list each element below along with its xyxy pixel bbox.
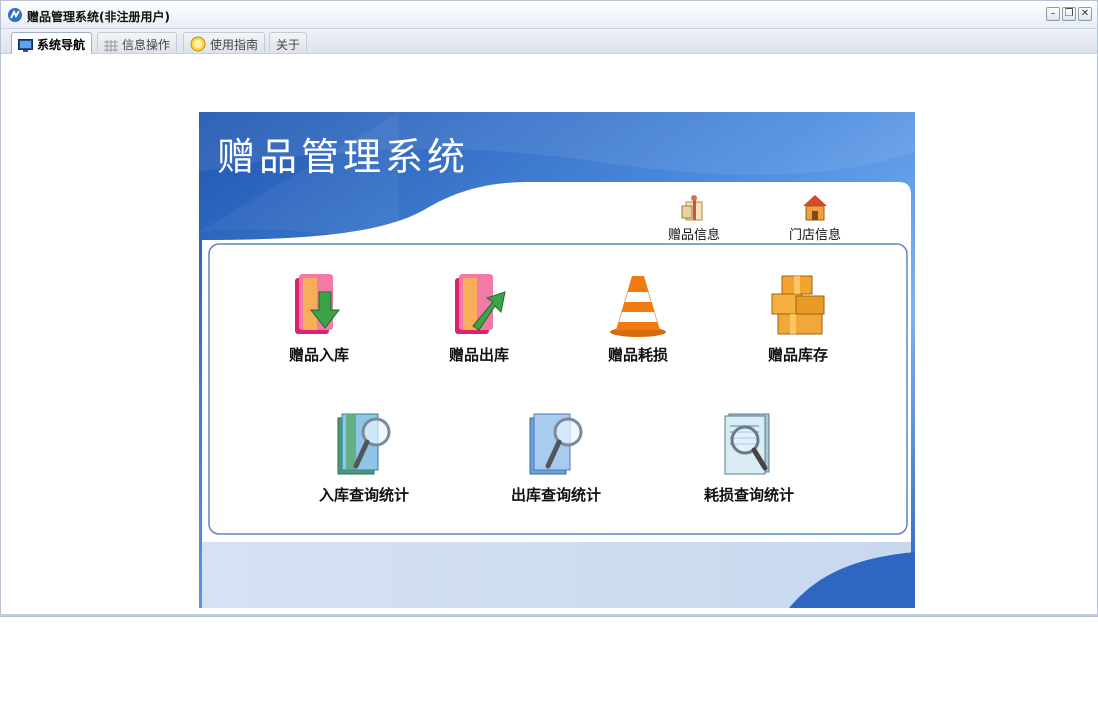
minimize-button[interactable]: –: [1046, 7, 1060, 21]
tab-label: 关于: [276, 38, 301, 52]
tab-system-nav[interactable]: 系统导航: [11, 32, 93, 54]
gift-info-label: 赠品信息: [667, 228, 720, 243]
tab-info-ops[interactable]: 信息操作: [97, 32, 178, 52]
gift-stock-button[interactable]: 赠品库存: [738, 272, 858, 365]
gift-stock-label: 赠品库存: [767, 346, 828, 364]
tab-label: 系统导航: [37, 38, 86, 52]
traffic-cone-icon: [610, 276, 666, 337]
search-document-icon: [724, 413, 770, 475]
store-info-link[interactable]: 门店信息: [775, 192, 855, 243]
navigation-panel: 赠品管理系统 赠品信息 门店信息 赠品入库 赠品出库 赠品耗损 赠品库存 入库查…: [199, 112, 915, 608]
folder-out-icon: [455, 274, 506, 334]
tab-label: 使用指南: [210, 38, 259, 52]
store-info-label: 门店信息: [788, 228, 841, 243]
gift-info-link[interactable]: 赠品信息: [654, 192, 734, 243]
tab-about[interactable]: 关于: [269, 32, 308, 52]
grid-icon: [104, 40, 118, 52]
inbound-query-label: 入库查询统计: [318, 486, 409, 504]
search-folder-green-icon: [337, 413, 391, 475]
gift-outbound-label: 赠品出库: [448, 346, 509, 364]
loss-query-label: 耗损查询统计: [703, 486, 794, 504]
window-controls: – ❐ ✕: [1046, 7, 1092, 21]
close-button[interactable]: ✕: [1078, 7, 1092, 21]
status-line: [0, 614, 1098, 616]
gift-outbound-button[interactable]: 赠品出库: [419, 272, 539, 365]
inbound-query-button[interactable]: 入库查询统计: [304, 410, 424, 505]
gift-inbound-button[interactable]: 赠品入库: [259, 272, 379, 365]
title-bar: 赠品管理系统(非注册用户) – ❐ ✕: [1, 1, 1097, 29]
tab-bar: 系统导航 信息操作 使用指南 关于: [1, 29, 1097, 54]
gift-inbound-label: 赠品入库: [288, 346, 349, 364]
boxes-icon: [771, 275, 825, 335]
monitor-icon: [18, 39, 33, 52]
tab-user-guide[interactable]: 使用指南: [183, 32, 266, 52]
window-title: 赠品管理系统(非注册用户): [27, 10, 170, 24]
search-folder-blue-icon: [529, 413, 583, 475]
gift-loss-button[interactable]: 赠品耗损: [578, 272, 698, 365]
restore-button[interactable]: ❐: [1062, 7, 1076, 21]
lightbulb-icon: [190, 36, 206, 52]
store-icon: [803, 195, 827, 221]
outbound-query-label: 出库查询统计: [510, 486, 601, 504]
gift-loss-label: 赠品耗损: [607, 346, 668, 364]
gift-info-icon: [681, 195, 703, 221]
app-logo-icon: [8, 8, 22, 22]
outbound-query-button[interactable]: 出库查询统计: [496, 410, 616, 505]
loss-query-button[interactable]: 耗损查询统计: [689, 410, 809, 505]
tab-label: 信息操作: [122, 38, 171, 52]
banner-title: 赠品管理系统: [217, 135, 470, 179]
folder-in-icon: [295, 274, 341, 334]
